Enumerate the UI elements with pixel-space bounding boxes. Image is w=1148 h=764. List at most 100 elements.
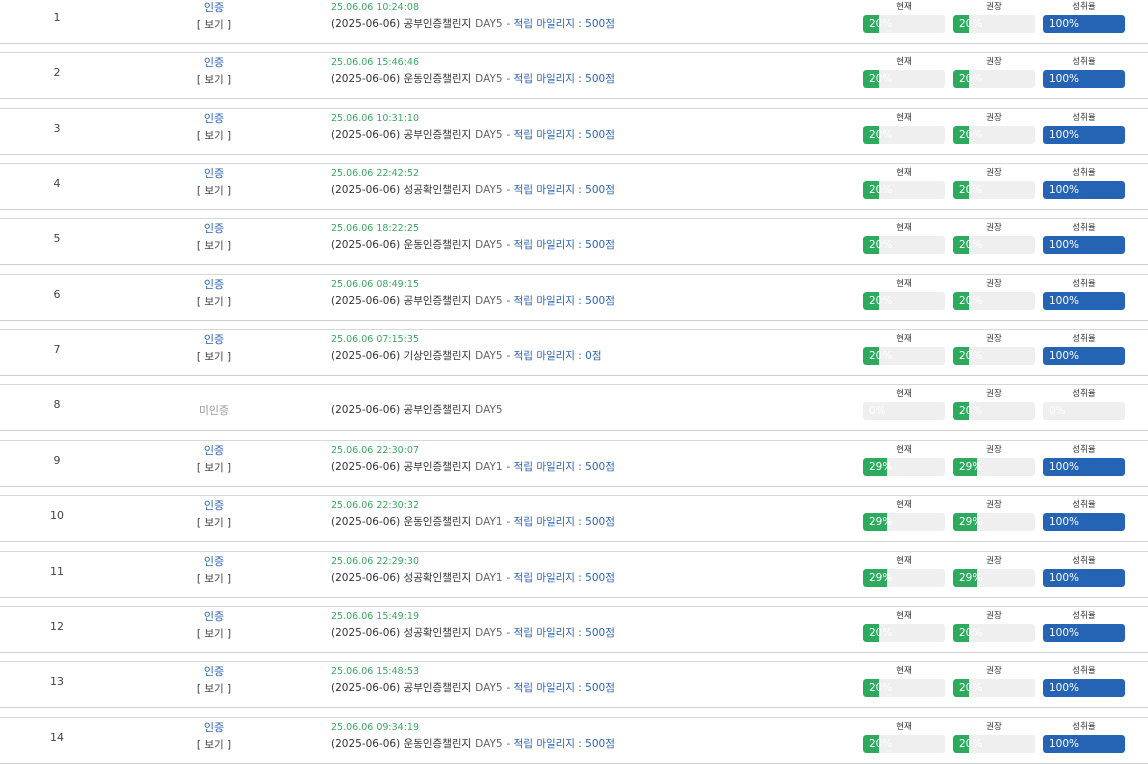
current-progress: 현재 20% xyxy=(863,330,945,375)
challenge-title: (2025-06-06) 기상인증챌린지 xyxy=(331,350,472,362)
current-percent: 29% xyxy=(869,461,893,473)
achievement-label: 성취율 xyxy=(1072,168,1096,178)
view-link[interactable]: [ 보기 ] xyxy=(170,461,258,475)
view-link[interactable]: [ 보기 ] xyxy=(170,516,258,530)
achievement-progress: 성취율 100% xyxy=(1043,552,1125,597)
view-link[interactable]: [ 보기 ] xyxy=(170,295,258,309)
view-link[interactable]: [ 보기 ] xyxy=(170,572,258,586)
current-percent: 20% xyxy=(869,682,893,694)
achievement-progress: 성취율 100% xyxy=(1043,496,1125,541)
status-label: 인증 xyxy=(203,444,225,457)
view-link[interactable]: [ 보기 ] xyxy=(170,627,258,641)
achievement-progress: 성취율 100% xyxy=(1043,441,1125,486)
challenge-title: (2025-06-06) 성공확인챌린지 xyxy=(331,184,472,196)
achievement-percent: 100% xyxy=(1049,295,1080,307)
status-cell: 인증 [ 보기 ] xyxy=(170,662,258,696)
day-label: DAY5 xyxy=(475,184,503,196)
view-link[interactable]: [ 보기 ] xyxy=(170,738,258,752)
view-link[interactable]: [ 보기 ] xyxy=(170,184,258,198)
recommended-progress-bar: 20% xyxy=(953,70,1035,88)
challenge-info: 25.06.06 22:30:32 (2025-06-06) 운동인증챌린지 DA… xyxy=(331,496,615,529)
recommended-label: 권장 xyxy=(986,57,1002,67)
recommended-progress: 권장 20% xyxy=(953,109,1035,154)
recommended-percent: 20% xyxy=(959,295,983,307)
achievement-percent: 0% xyxy=(1049,405,1066,417)
achievement-progress: 성취율 100% xyxy=(1043,662,1125,707)
current-percent: 20% xyxy=(869,239,893,251)
day-label: DAY5 xyxy=(475,627,503,639)
recommended-progress: 권장 20% xyxy=(953,0,1035,43)
current-label: 현재 xyxy=(896,556,912,566)
recommended-percent: 20% xyxy=(959,129,983,141)
challenge-description: (2025-06-06) 성공확인챌린지 DAY5- 적립 마일리지 : 500점 xyxy=(331,626,615,640)
day-label: DAY5 xyxy=(475,129,503,141)
achievement-progress-bar: 100% xyxy=(1043,458,1125,476)
recommended-percent: 29% xyxy=(959,516,983,528)
recommended-progress: 권장 20% xyxy=(953,330,1035,375)
current-label: 현재 xyxy=(896,223,912,233)
achievement-percent: 100% xyxy=(1049,129,1080,141)
challenge-info: 25.06.06 08:49:15 (2025-06-06) 공부인증챌린지 DA… xyxy=(331,275,615,308)
challenge-title: (2025-06-06) 운동인증챌린지 xyxy=(331,239,472,251)
challenge-description: (2025-06-06) 운동인증챌린지 DAY5- 적립 마일리지 : 500점 xyxy=(331,737,615,751)
current-label: 현재 xyxy=(896,168,912,178)
current-progress-bar: 29% xyxy=(863,513,945,531)
recommended-label: 권장 xyxy=(986,2,1002,12)
recommended-progress-bar: 29% xyxy=(953,569,1035,587)
challenge-title: (2025-06-06) 공부인증챌린지 xyxy=(331,129,472,141)
challenge-title: (2025-06-06) 운동인증챌린지 xyxy=(331,738,472,750)
mileage-text: - 적립 마일리지 : 500점 xyxy=(506,572,615,584)
achievement-progress-bar: 100% xyxy=(1043,735,1125,753)
challenge-info: 25.06.06 10:24:08 (2025-06-06) 공부인증챌린지 DA… xyxy=(331,0,615,31)
recommended-label: 권장 xyxy=(986,722,1002,732)
recommended-progress-bar: 20% xyxy=(953,735,1035,753)
status-label: 인증 xyxy=(203,665,225,678)
row-separator xyxy=(0,432,1148,441)
recommended-percent: 20% xyxy=(959,627,983,639)
achievement-progress-bar: 100% xyxy=(1043,624,1125,642)
recommended-progress: 권장 20% xyxy=(953,718,1035,763)
recommended-progress-bar: 20% xyxy=(953,624,1035,642)
achievement-label: 성취율 xyxy=(1072,223,1096,233)
view-link[interactable]: [ 보기 ] xyxy=(170,73,258,87)
achievement-label: 성취율 xyxy=(1072,611,1096,621)
achievement-progress: 성취율 100% xyxy=(1043,0,1125,43)
mileage-text: - 적립 마일리지 : 500점 xyxy=(506,239,615,251)
row-number: 4 xyxy=(53,177,61,190)
current-progress-bar: 20% xyxy=(863,236,945,254)
recommended-progress: 권장 20% xyxy=(953,219,1035,264)
status-cell: 인증 [ 보기 ] xyxy=(170,718,258,752)
view-link[interactable]: [ 보기 ] xyxy=(170,682,258,696)
current-percent: 20% xyxy=(869,129,893,141)
mileage-text: - 적립 마일리지 : 500점 xyxy=(506,738,615,750)
list-item: 12 인증 [ 보기 ] 25.06.06 15:49:19 (2025-06-… xyxy=(0,607,1148,653)
mileage-text: - 적립 마일리지 : 500점 xyxy=(506,73,615,85)
view-link[interactable]: [ 보기 ] xyxy=(170,239,258,253)
view-link[interactable]: [ 보기 ] xyxy=(170,129,258,143)
recommended-progress: 권장 20% xyxy=(953,53,1035,98)
achievement-progress-bar: 100% xyxy=(1043,181,1125,199)
current-progress: 현재 29% xyxy=(863,441,945,486)
mileage-text: - 적립 마일리지 : 500점 xyxy=(506,129,615,141)
challenge-title: (2025-06-06) 공부인증챌린지 xyxy=(331,461,472,473)
achievement-label: 성취율 xyxy=(1072,389,1096,399)
current-progress-bar: 20% xyxy=(863,347,945,365)
achievement-percent: 100% xyxy=(1049,682,1080,694)
view-link[interactable]: [ 보기 ] xyxy=(170,18,258,32)
recommended-progress-bar: 20% xyxy=(953,679,1035,697)
achievement-label: 성취율 xyxy=(1072,445,1096,455)
current-progress-bar: 20% xyxy=(863,15,945,33)
achievement-progress: 성취율 0% xyxy=(1043,385,1125,430)
view-link[interactable]: [ 보기 ] xyxy=(170,350,258,364)
current-label: 현재 xyxy=(896,334,912,344)
achievement-percent: 100% xyxy=(1049,184,1080,196)
timestamp: 25.06.06 15:49:19 xyxy=(331,611,419,622)
recommended-progress-bar: 20% xyxy=(953,126,1035,144)
recommended-percent: 20% xyxy=(959,350,983,362)
achievement-progress-bar: 100% xyxy=(1043,15,1125,33)
row-number: 6 xyxy=(53,288,61,301)
recommended-progress-bar: 20% xyxy=(953,181,1035,199)
mileage-text: - 적립 마일리지 : 500점 xyxy=(506,627,615,639)
challenge-description: (2025-06-06) 운동인증챌린지 DAY5- 적립 마일리지 : 500점 xyxy=(331,72,615,86)
timestamp: 25.06.06 22:30:32 xyxy=(331,500,419,511)
